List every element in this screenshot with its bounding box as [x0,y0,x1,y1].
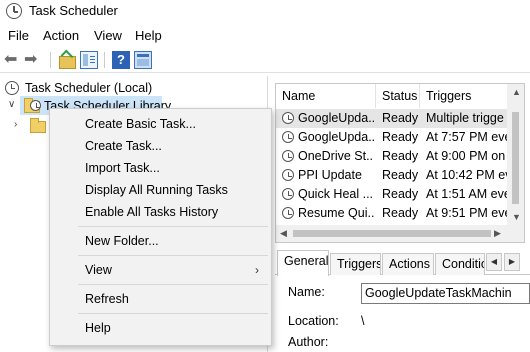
menu-file[interactable]: File [8,28,29,43]
vertical-scrollbar[interactable]: ▲ ▼ [507,84,524,227]
show-hide-action-pane-icon[interactable] [134,51,152,69]
menu-item-display-running-tasks[interactable]: Display All Running Tasks [85,183,228,197]
scrollbar-thumb[interactable] [293,230,491,237]
menu-item-view[interactable]: View [85,263,112,277]
submenu-arrow-icon: › [255,263,259,277]
menu-separator [78,284,268,285]
task-name: GoogleUpda... [298,111,374,125]
menu-item-create-task[interactable]: Create Task... [85,139,162,153]
clock-overlay-icon [30,100,41,111]
location-value: \ [361,314,365,328]
task-trigger: At 9:51 PM eve [426,206,508,220]
tree-root-label: Task Scheduler (Local) [25,81,153,95]
column-header-status[interactable]: Status [376,84,420,108]
menu-item-refresh[interactable]: Refresh [85,292,129,306]
folder-icon [30,118,46,133]
menu-item-help[interactable]: Help [85,321,111,335]
table-row[interactable]: GoogleUpda... Ready Multiple trigge [276,109,508,128]
task-trigger: Multiple trigge [426,111,504,125]
tab-general[interactable]: General [277,250,329,276]
task-clock-icon [282,150,294,162]
task-status: Ready [382,111,419,125]
menu-item-create-basic-task[interactable]: Create Basic Task... [85,117,196,131]
properties-tabs: General Triggers Actions Conditio ◀ ▶ [275,250,530,276]
menu-item-import-task[interactable]: Import Task... [85,161,160,175]
table-row[interactable]: OneDrive St... Ready At 9:00 PM on [276,147,508,166]
table-row[interactable]: Quick Heal ... Ready At 1:51 AM eve [276,185,508,204]
window-title: Task Scheduler [29,3,118,18]
column-header-triggers[interactable]: Triggers [420,84,508,108]
task-clock-icon [282,169,294,181]
task-scheduler-clock-icon [6,3,22,19]
task-name: OneDrive St... [298,149,374,163]
tab-scroll-right-icon[interactable]: ▶ [504,253,520,271]
show-hide-console-tree-icon[interactable] [80,51,98,69]
task-trigger: At 9:00 PM on [426,149,506,163]
task-name: PPI Update [298,168,362,182]
context-menu: Create Basic Task... Create Task... Impo… [49,108,272,346]
scroll-left-icon[interactable]: ◀ [280,228,287,239]
scroll-right-icon[interactable]: ▶ [494,228,501,239]
back-arrow-icon[interactable]: ⬅ [4,51,22,69]
task-trigger: At 1:51 AM eve [426,187,508,201]
task-status: Ready [382,187,419,201]
menu-item-new-folder[interactable]: New Folder... [85,234,159,248]
collapse-arrow-icon[interactable]: ∨ [8,99,15,110]
table-row[interactable]: PPI Update Ready At 10:42 PM ev [276,166,508,185]
task-name: GoogleUpda... [298,130,374,144]
task-name-field[interactable]: GoogleUpdateTaskMachin [361,283,530,304]
help-icon[interactable]: ? [112,51,130,69]
author-label: Author: [288,335,329,349]
tab-scroll-left-icon[interactable]: ◀ [486,253,502,271]
menu-separator [78,255,268,256]
toolbar-separator [104,52,105,68]
tab-actions[interactable]: Actions [382,253,434,275]
menu-bar: File Action View Help [0,25,530,45]
scrollbar-thumb[interactable] [512,112,519,204]
toolbar: ⬅ ➡ ? [0,47,530,73]
menu-action[interactable]: Action [43,28,79,43]
menu-separator [78,313,268,314]
name-label: Name: [288,285,325,299]
forward-arrow-icon[interactable]: ➡ [24,51,42,69]
task-list: Name Status Triggers GoogleUpda... Ready… [275,83,525,243]
task-trigger: At 10:42 PM ev [426,168,508,182]
toolbar-separator [50,52,51,68]
task-status: Ready [382,130,419,144]
title-bar: Task Scheduler [0,0,530,22]
menu-help[interactable]: Help [135,28,162,43]
task-status: Ready [382,149,419,163]
tree-item-root[interactable]: Task Scheduler (Local) [0,78,268,98]
table-row[interactable]: GoogleUpda... Ready At 7:57 PM eve [276,128,508,147]
task-clock-icon [282,207,294,219]
task-status: Ready [382,168,419,182]
column-header-name[interactable]: Name [276,84,376,108]
expand-arrow-icon[interactable]: › [14,119,17,130]
scroll-up-icon[interactable]: ▲ [512,87,521,97]
task-status: Ready [382,206,419,220]
task-clock-icon [282,188,294,200]
scroll-down-icon[interactable]: ▼ [512,212,521,222]
task-name: Quick Heal ... [298,187,374,201]
task-trigger: At 7:57 PM eve [426,130,508,144]
task-clock-icon [282,131,294,143]
menu-item-enable-tasks-history[interactable]: Enable All Tasks History [85,205,218,219]
table-row[interactable]: Resume Qui... Ready At 9:51 PM eve [276,204,508,223]
location-label: Location: [288,314,339,328]
horizontal-scrollbar[interactable]: ◀ ▶ [276,225,524,242]
tab-conditions[interactable]: Conditio [435,253,485,275]
tab-triggers[interactable]: Triggers [330,253,381,275]
up-folder-icon[interactable] [58,51,76,69]
menu-view[interactable]: View [94,28,122,43]
task-clock-icon [282,112,294,124]
task-properties-pane: General Triggers Actions Conditio ◀ ▶ Na… [275,250,530,352]
menu-separator [78,226,268,227]
clock-icon [5,81,19,95]
task-name: Resume Qui... [298,206,374,220]
